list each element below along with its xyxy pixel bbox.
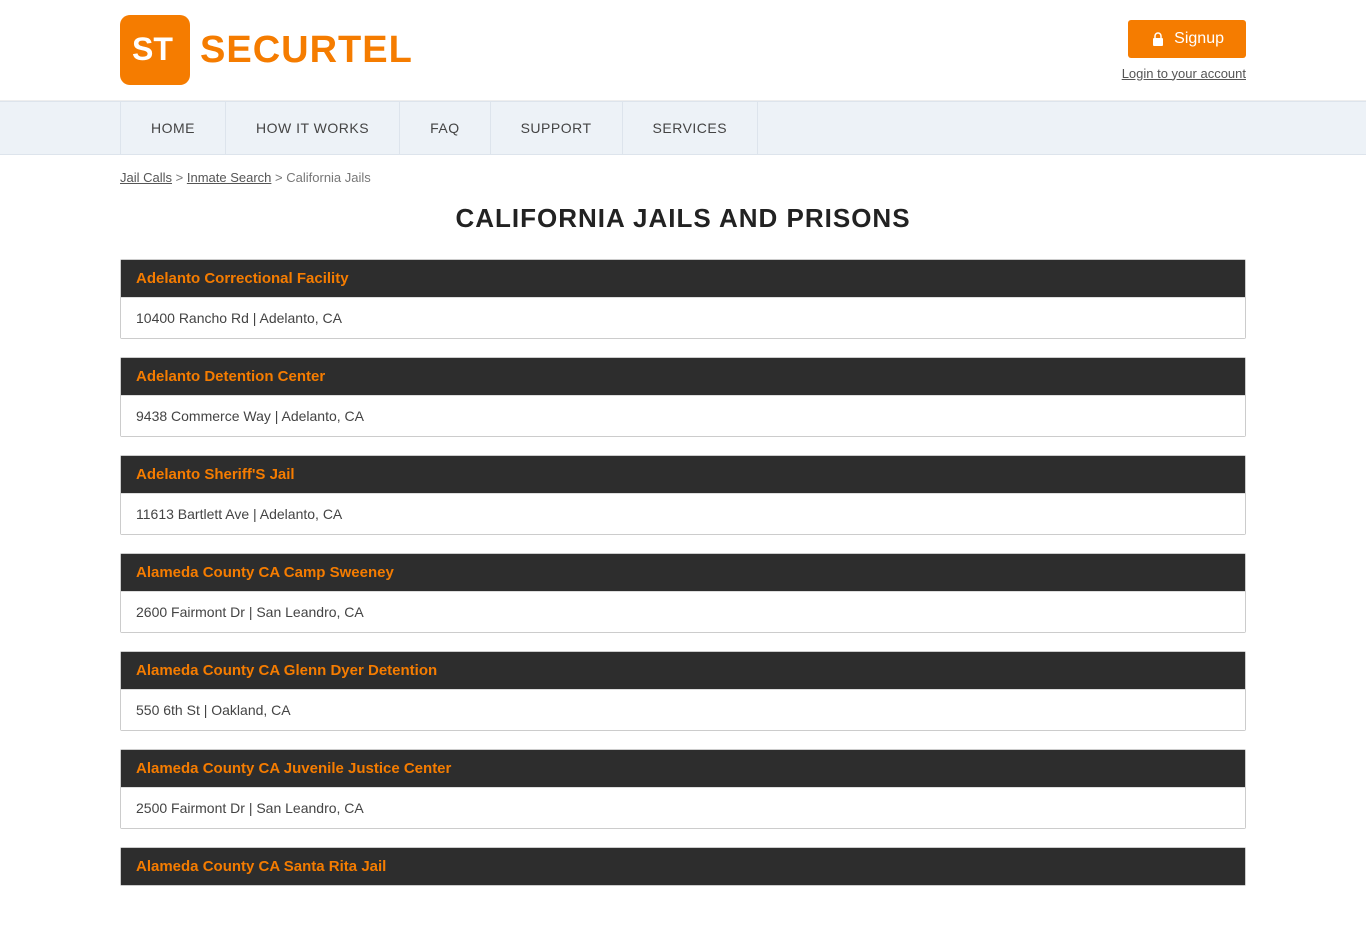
facility-card[interactable]: Adelanto Detention Center 9438 Commerce W… xyxy=(120,357,1246,437)
facility-header: Adelanto Sheriff'S Jail xyxy=(121,456,1245,493)
facility-header: Alameda County CA Glenn Dyer Detention xyxy=(121,652,1245,689)
facility-address: 550 6th St | Oakland, CA xyxy=(121,689,1245,730)
logo-area: ST SECURTEL xyxy=(120,15,413,85)
facility-name: Alameda County CA Glenn Dyer Detention xyxy=(136,662,1230,679)
logo-part2: TEL xyxy=(338,29,413,71)
nav: HOME HOW IT WORKS FAQ SUPPORT SERVICES xyxy=(0,101,1366,155)
nav-how-it-works[interactable]: HOW IT WORKS xyxy=(226,102,400,154)
facility-name: Alameda County CA Santa Rita Jail xyxy=(136,858,1230,875)
facility-name: Alameda County CA Camp Sweeney xyxy=(136,564,1230,581)
facility-address: 9438 Commerce Way | Adelanto, CA xyxy=(121,395,1245,436)
facility-header: Adelanto Correctional Facility xyxy=(121,260,1245,297)
facility-address: 10400 Rancho Rd | Adelanto, CA xyxy=(121,297,1245,338)
lock-icon xyxy=(1150,31,1166,47)
facility-name: Adelanto Detention Center xyxy=(136,368,1230,385)
nav-faq[interactable]: FAQ xyxy=(400,102,491,154)
breadcrumb-inmate-search[interactable]: Inmate Search xyxy=(187,170,272,185)
login-link[interactable]: Login to your account xyxy=(1122,66,1246,81)
facility-card[interactable]: Alameda County CA Juvenile Justice Cente… xyxy=(120,749,1246,829)
facility-address: 11613 Bartlett Ave | Adelanto, CA xyxy=(121,493,1245,534)
facility-header: Alameda County CA Santa Rita Jail xyxy=(121,848,1245,885)
facilities-list: Adelanto Correctional Facility 10400 Ranc… xyxy=(120,259,1246,886)
header: ST SECURTEL Signup Login to your account xyxy=(0,0,1366,101)
nav-home[interactable]: HOME xyxy=(120,102,226,154)
facility-card[interactable]: Adelanto Sheriff'S Jail 11613 Bartlett Av… xyxy=(120,455,1246,535)
facility-header: Alameda County CA Juvenile Justice Cente… xyxy=(121,750,1245,787)
svg-text:ST: ST xyxy=(132,31,173,67)
facility-card[interactable]: Alameda County CA Camp Sweeney 2600 Fairm… xyxy=(120,553,1246,633)
facility-card[interactable]: Alameda County CA Glenn Dyer Detention 55… xyxy=(120,651,1246,731)
nav-services[interactable]: SERVICES xyxy=(623,102,759,154)
signup-button[interactable]: Signup xyxy=(1128,20,1246,58)
facility-address: 2600 Fairmont Dr | San Leandro, CA xyxy=(121,591,1245,632)
facility-name: Alameda County CA Juvenile Justice Cente… xyxy=(136,760,1230,777)
main-content: CALIFORNIA JAILS AND PRISONS Adelanto Co… xyxy=(0,193,1366,934)
logo-part1: SECUR xyxy=(200,29,338,71)
logo-text: SECURTEL xyxy=(200,29,413,72)
nav-support[interactable]: SUPPORT xyxy=(491,102,623,154)
breadcrumb: Jail Calls > Inmate Search > California … xyxy=(0,155,1366,193)
facility-card[interactable]: Alameda County CA Santa Rita Jail xyxy=(120,847,1246,886)
page-title: CALIFORNIA JAILS AND PRISONS xyxy=(120,203,1246,234)
facility-name: Adelanto Sheriff'S Jail xyxy=(136,466,1230,483)
facility-header: Alameda County CA Camp Sweeney xyxy=(121,554,1245,591)
logo-icon: ST xyxy=(120,15,190,85)
breadcrumb-jail-calls[interactable]: Jail Calls xyxy=(120,170,172,185)
facility-card[interactable]: Adelanto Correctional Facility 10400 Ranc… xyxy=(120,259,1246,339)
breadcrumb-current: California Jails xyxy=(286,170,371,185)
header-right: Signup Login to your account xyxy=(1122,20,1246,81)
facility-address: 2500 Fairmont Dr | San Leandro, CA xyxy=(121,787,1245,828)
facility-header: Adelanto Detention Center xyxy=(121,358,1245,395)
facility-name: Adelanto Correctional Facility xyxy=(136,270,1230,287)
